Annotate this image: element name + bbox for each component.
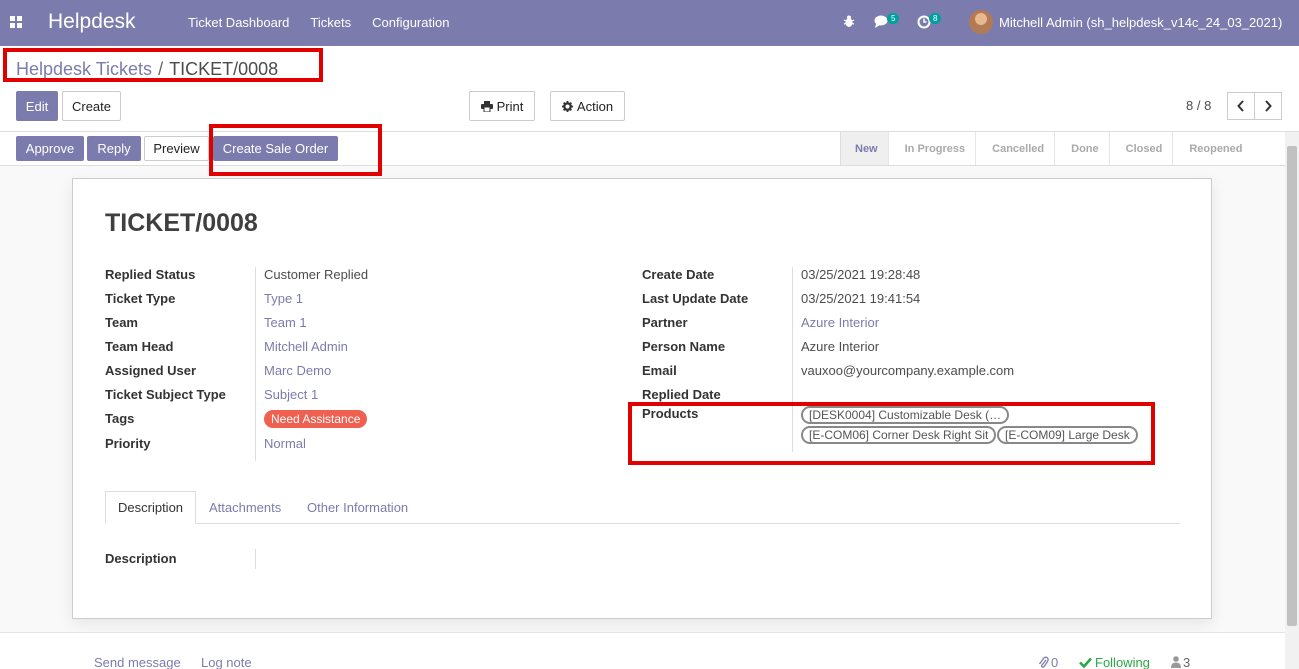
action-button[interactable]: Action	[550, 91, 625, 121]
left-group-divider	[255, 267, 256, 461]
print-icon	[480, 100, 493, 112]
field-label: Create Date	[642, 267, 715, 282]
log-note-button[interactable]: Log note	[201, 655, 252, 669]
field-label: Priority	[105, 436, 151, 451]
bug-icon[interactable]	[843, 15, 855, 28]
gear-icon	[561, 100, 573, 112]
followers-count[interactable]: 3	[1183, 655, 1190, 669]
pager-value[interactable]: 8 / 8	[1186, 98, 1211, 113]
chatter-bar: Send message Log note 0 Following 3	[0, 632, 1299, 669]
field-label: Ticket Subject Type	[105, 387, 226, 402]
stage-cancelled[interactable]: Cancelled	[976, 132, 1056, 165]
annotation-box-create-sale-order	[209, 124, 382, 176]
preview-button[interactable]: Preview	[144, 136, 209, 161]
chevron-right-icon	[1265, 100, 1272, 112]
stage-in-progress[interactable]: In Progress	[889, 132, 977, 165]
tab-other-information[interactable]: Other Information	[295, 491, 420, 524]
reply-button[interactable]: Reply	[87, 136, 141, 161]
user-avatar[interactable]	[969, 10, 993, 34]
app-brand[interactable]: Helpdesk	[48, 10, 136, 34]
annotation-box-breadcrumb	[3, 48, 323, 82]
following-button[interactable]: Following	[1095, 655, 1150, 669]
stage-closed[interactable]: Closed	[1110, 132, 1174, 165]
user-menu[interactable]: Mitchell Admin (sh_helpdesk_v14c_24_03_2…	[999, 15, 1282, 30]
form-sheet: TICKET/0008 Replied Status Customer Repl…	[72, 178, 1212, 619]
ticket-type-link[interactable]: Type 1	[264, 291, 303, 306]
menu-tickets[interactable]: Tickets	[310, 15, 351, 30]
attachment-count[interactable]: 0	[1051, 655, 1058, 669]
field-value: Customer Replied	[264, 267, 369, 282]
action-label: Action	[576, 98, 614, 114]
description-label: Description	[105, 551, 177, 566]
messages-count-badge: 5	[887, 13, 900, 24]
field-label: Replied Status	[105, 267, 196, 282]
priority-value[interactable]: Normal	[264, 436, 306, 451]
description-divider	[255, 549, 256, 569]
field-value: 03/25/2021 19:28:48	[801, 267, 921, 282]
tag-badge[interactable]: Need Assistance	[264, 410, 368, 428]
subject-type-link[interactable]: Subject 1	[264, 387, 318, 402]
top-navbar: Helpdesk Ticket Dashboard Tickets Config…	[0, 0, 1299, 46]
field-label: Last Update Date	[642, 291, 749, 306]
notebook-tabs: Description Attachments Other Informatio…	[105, 491, 1180, 524]
scrollbar-thumb[interactable]	[1287, 146, 1297, 626]
tab-description[interactable]: Description	[105, 491, 197, 524]
field-label: Assigned User	[105, 363, 197, 378]
user-icon	[1171, 656, 1181, 668]
tab-attachments[interactable]: Attachments	[197, 491, 293, 524]
print-label: Print	[496, 98, 524, 114]
stage-reopened[interactable]: Reopened	[1173, 132, 1252, 165]
stage-done[interactable]: Done	[1055, 132, 1110, 165]
team-head-link[interactable]: Mitchell Admin	[264, 339, 348, 354]
field-label: Tags	[105, 411, 135, 426]
menu-configuration[interactable]: Configuration	[372, 15, 449, 30]
send-message-button[interactable]: Send message	[94, 655, 181, 669]
create-button[interactable]: Create	[62, 91, 121, 121]
form-statusbar: Approve Reply Preview Create Sale Order …	[0, 132, 1299, 166]
assigned-user-link[interactable]: Marc Demo	[264, 363, 331, 378]
annotation-box-products	[628, 402, 1155, 465]
field-label: Partner	[642, 315, 688, 330]
approve-button[interactable]: Approve	[16, 136, 84, 161]
pager-next-button[interactable]	[1254, 92, 1282, 120]
field-label: Email	[642, 363, 677, 378]
field-value: vauxoo@yourcompany.example.com	[801, 363, 1015, 378]
activities-count-badge: 8	[929, 13, 942, 24]
field-label: Person Name	[642, 339, 726, 354]
stage-new[interactable]: New	[841, 132, 889, 165]
field-label: Ticket Type	[105, 291, 176, 306]
print-button[interactable]: Print	[469, 91, 535, 121]
menu-ticket-dashboard[interactable]: Ticket Dashboard	[188, 15, 289, 30]
team-link[interactable]: Team 1	[264, 315, 307, 330]
field-label: Replied Date	[642, 387, 721, 402]
paperclip-icon[interactable]	[1038, 656, 1049, 669]
field-value: 03/25/2021 19:41:54	[801, 291, 921, 306]
main-menu: Ticket Dashboard Tickets Configuration	[188, 15, 470, 30]
check-icon	[1079, 657, 1092, 668]
field-label: Team Head	[105, 339, 174, 354]
field-label: Team	[105, 315, 138, 330]
pager-previous-button[interactable]	[1227, 92, 1255, 120]
field-value: Azure Interior	[801, 339, 880, 354]
ticket-title: TICKET/0008	[105, 209, 258, 237]
apps-menu-icon[interactable]	[10, 16, 23, 29]
chevron-left-icon	[1237, 100, 1244, 112]
edit-button[interactable]: Edit	[16, 91, 58, 121]
stage-pipeline: New In Progress Cancelled Done Closed Re…	[840, 132, 1253, 165]
partner-link[interactable]: Azure Interior	[801, 315, 879, 330]
